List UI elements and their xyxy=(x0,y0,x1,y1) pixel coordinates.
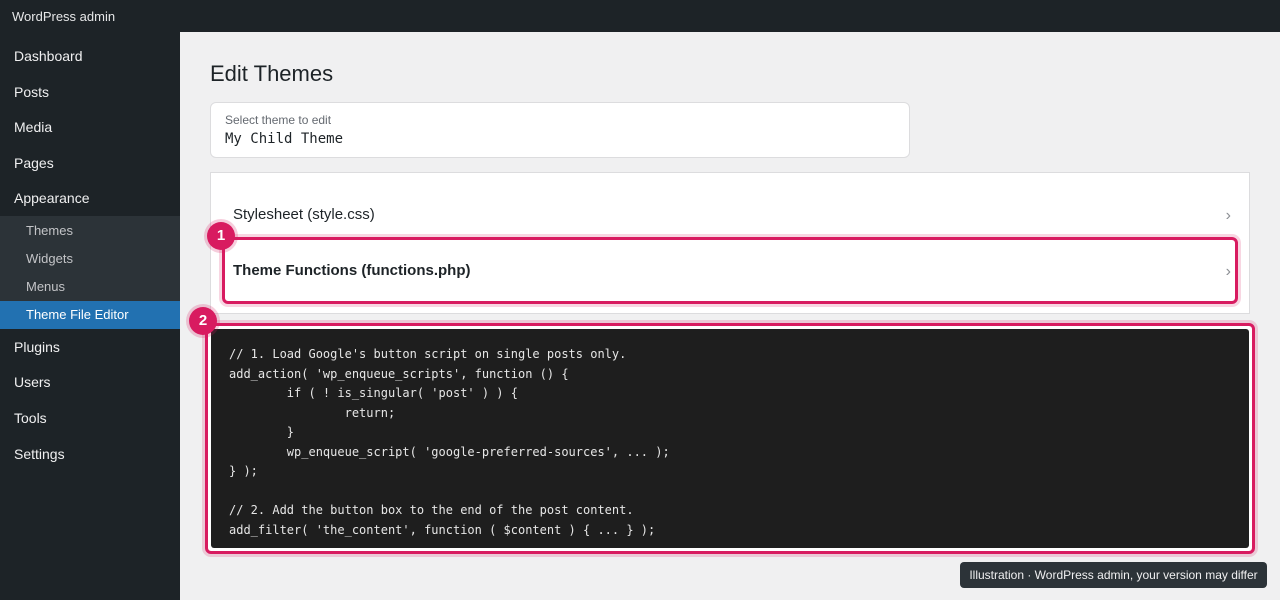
code-editor[interactable]: // 1. Load Google's button script on sin… xyxy=(211,329,1249,548)
code-line: // 2. Add the button box to the end of t… xyxy=(229,503,634,517)
sidebar-item-tools[interactable]: Tools xyxy=(14,410,47,426)
theme-select-label: Select theme to edit xyxy=(225,113,332,127)
chevron-right-icon: › xyxy=(1225,207,1231,224)
sidebar-item-appearance[interactable]: Appearance xyxy=(14,190,90,206)
code-line: add_filter( 'the_content', function ( $c… xyxy=(229,522,656,537)
code-line: wp_enqueue_script( 'google-preferred-sou… xyxy=(229,444,670,459)
sidebar-item-posts[interactable]: Posts xyxy=(14,84,49,100)
sidebar-item-settings[interactable]: Settings xyxy=(14,446,65,462)
sidebar-item-users[interactable]: Users xyxy=(14,374,51,390)
step-badge-2: 2 xyxy=(189,307,217,335)
sidebar-item-plugins[interactable]: Plugins xyxy=(14,339,60,355)
submenu-item-theme-file-editor[interactable]: Theme File Editor xyxy=(0,301,180,329)
submenu-item-menus[interactable]: Menus xyxy=(26,279,65,294)
appearance-submenu: Themes Widgets Menus Theme File Editor xyxy=(0,216,180,329)
code-line: } ); xyxy=(229,464,258,478)
code-editor-highlight: // 1. Load Google's button script on sin… xyxy=(205,323,1255,554)
code-line: add_action( 'wp_enqueue_scripts', functi… xyxy=(229,366,569,381)
code-line: return; xyxy=(229,405,396,420)
theme-select-value: My Child Theme xyxy=(225,131,344,147)
page-title: Edit Themes xyxy=(210,61,334,86)
theme-select-dropdown[interactable]: Select theme to edit My Child Theme xyxy=(210,102,910,158)
file-item-stylesheet[interactable]: Stylesheet (style.css) › xyxy=(211,187,1249,243)
submenu-item-themes[interactable]: Themes xyxy=(26,223,73,238)
sidebar-item-pages[interactable]: Pages xyxy=(14,155,54,171)
code-line: if ( ! is_singular( 'post' ) ) { xyxy=(229,386,518,400)
functions-file-highlight xyxy=(222,237,1238,304)
admin-bar-title: WordPress admin xyxy=(12,9,116,24)
admin-top-bar: WordPress admin xyxy=(0,0,1280,32)
illustration-note-tooltip: Illustration · WordPress admin, your ver… xyxy=(960,562,1267,588)
step-badge-1: 1 xyxy=(207,222,235,250)
sidebar-item-dashboard[interactable]: Dashboard xyxy=(14,48,83,64)
admin-sidebar: Dashboard Posts Media Pages Appearance T… xyxy=(0,32,180,600)
file-item-label: Stylesheet (style.css) xyxy=(233,206,375,223)
submenu-item-widgets[interactable]: Widgets xyxy=(26,251,73,266)
code-line: } xyxy=(229,425,295,439)
sidebar-item-media[interactable]: Media xyxy=(14,119,52,135)
code-line: // 1. Load Google's button script on sin… xyxy=(229,347,627,361)
